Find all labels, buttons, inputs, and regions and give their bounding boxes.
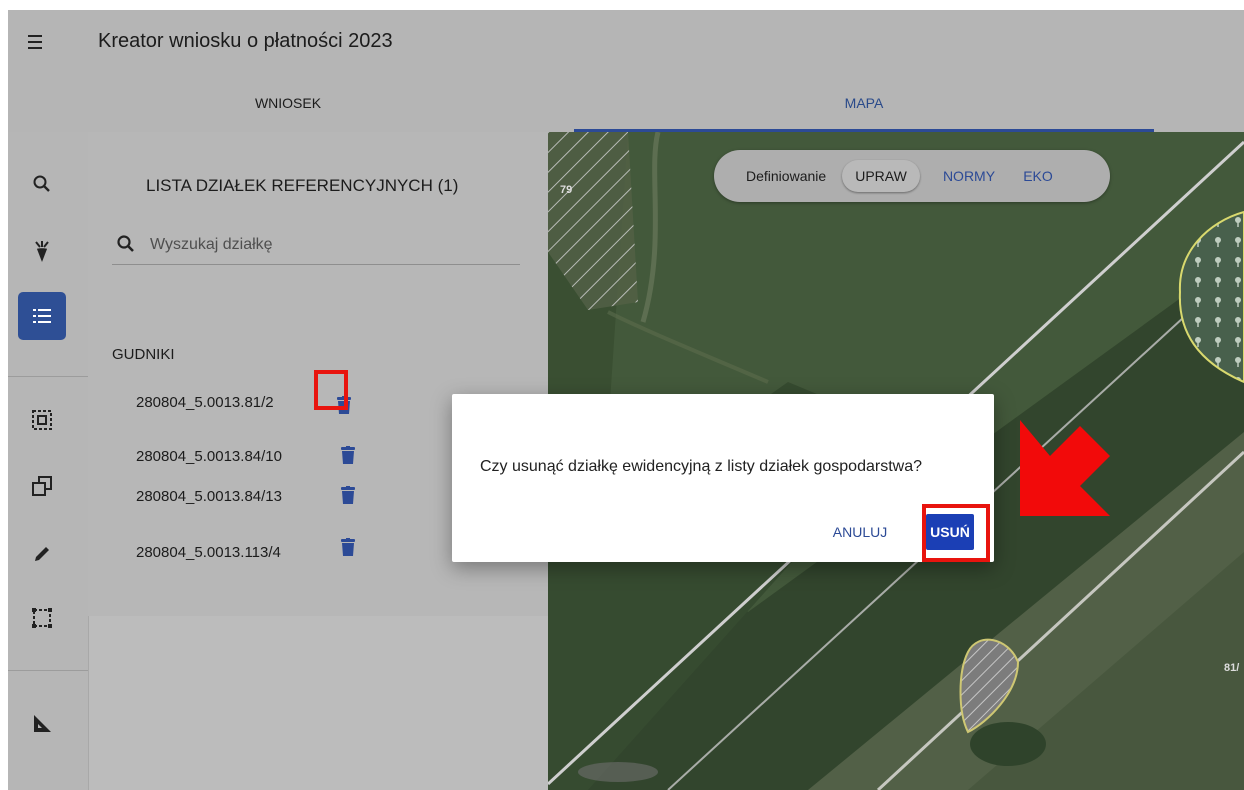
cancel-button[interactable]: ANULUJ [830, 518, 890, 546]
parcel-search-input[interactable] [148, 232, 512, 258]
trash-icon[interactable] [332, 390, 356, 420]
parcel-label-79: 79 [560, 184, 573, 196]
parcel-code: 280804_5.0013.84/10 [136, 448, 282, 465]
search-icon [117, 235, 134, 252]
dialog-message: Czy usunąć działkę ewidencyjną z listy d… [480, 458, 922, 475]
toggle-option-normy[interactable]: NORMY [936, 160, 1002, 192]
pencil-icon[interactable] [18, 530, 66, 578]
ruler-triangle-icon[interactable] [18, 700, 66, 748]
tab-mapa[interactable]: MAPA [574, 74, 1154, 132]
crop-plant-icon[interactable] [18, 228, 66, 276]
search-icon[interactable] [18, 160, 66, 208]
toggle-option-eko[interactable]: EKO [1016, 160, 1060, 192]
trash-icon[interactable] [336, 480, 360, 510]
left-toolbar [8, 132, 89, 790]
tab-wniosek[interactable]: WNIOSEK [8, 74, 568, 132]
parcel-code: 280804_5.0013.84/13 [136, 488, 282, 505]
pointer-arrow-icon [1020, 420, 1110, 516]
trash-icon[interactable] [336, 532, 360, 562]
confirm-delete-button[interactable]: USUŃ [926, 514, 974, 550]
app-header: Kreator wniosku o płatności 2023 [8, 10, 1244, 74]
parcel-code: 280804_5.0013.81/2 [136, 394, 274, 411]
toolbar-divider [8, 670, 88, 671]
list-icon[interactable] [18, 292, 66, 340]
toolbar-divider [8, 376, 88, 377]
trash-icon[interactable] [336, 440, 360, 470]
panel-title: LISTA DZIAŁEK REFERENCYJNYCH (1) [146, 176, 459, 195]
app-window: Kreator wniosku o płatności 2023 WNIOSEK… [8, 10, 1244, 790]
app-title: Kreator wniosku o płatności 2023 [98, 30, 393, 52]
toggle-option-upraw[interactable]: UPRAW [842, 160, 920, 192]
dashed-rectangle-icon[interactable] [18, 594, 66, 642]
main-tabs: WNIOSEK MAPA [8, 74, 1244, 132]
parcel-search [112, 228, 520, 265]
definiowanie-toggle: Definiowanie UPRAW NORMY EKO [714, 150, 1110, 202]
select-area-icon[interactable] [18, 396, 66, 444]
parcel-code: 280804_5.0013.113/4 [136, 544, 281, 561]
confirm-delete-dialog: Czy usunąć działkę ewidencyjną z listy d… [452, 394, 994, 562]
parcel-label-81: 81/ [1224, 662, 1240, 674]
toggle-label: Definiowanie [746, 168, 827, 184]
copy-icon[interactable] [18, 462, 66, 510]
hamburger-menu-icon[interactable] [20, 28, 56, 56]
group-name: GUDNIKI [112, 346, 175, 363]
